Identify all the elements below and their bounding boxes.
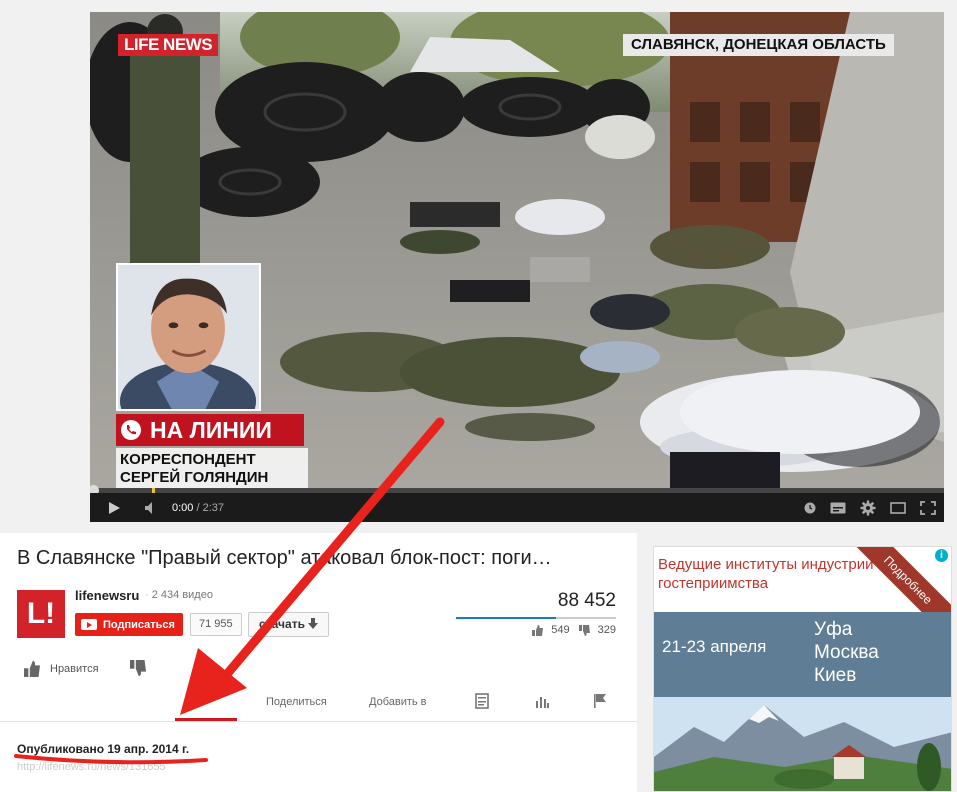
- phone-icon: [116, 414, 146, 446]
- statistics-icon[interactable]: [534, 693, 550, 714]
- advertisement[interactable]: Ведущие институты индустрии гостеприимст…: [653, 546, 952, 792]
- time-duration: 2:37: [202, 501, 225, 514]
- ad-city: Киев: [814, 665, 857, 686]
- video-info-panel: В Славянске "Правый сектор" атаковал бло…: [0, 533, 637, 792]
- likes-ratio-fill: [456, 617, 556, 619]
- location-caption: СЛАВЯНСК, ДОНЕЦКАЯ ОБЛАСТЬ: [623, 34, 894, 56]
- time-display: 0:00 / 2:37: [172, 501, 225, 514]
- ad-info-icon[interactable]: i: [935, 549, 948, 562]
- ad-city: Москва: [814, 642, 879, 663]
- download-button[interactable]: скачать: [248, 612, 330, 637]
- thumbs-down-icon: [130, 660, 146, 676]
- ad-city: Уфа: [814, 619, 853, 640]
- reporter-role: КОРРЕСПОНДЕНТ: [120, 451, 256, 468]
- likes-ratio-bar: [456, 617, 616, 619]
- action-tabs: Поделиться Добавить в: [0, 683, 637, 722]
- channel-name[interactable]: lifenewsru: [75, 588, 139, 603]
- like-count-group: 549: [532, 624, 570, 636]
- ad-cities: Уфа Москва Киев: [814, 618, 879, 687]
- channel-avatar[interactable]: L!: [17, 590, 65, 638]
- tab-share[interactable]: Поделиться: [266, 683, 327, 721]
- captions-icon[interactable]: [830, 493, 846, 522]
- on-line-label: НА ЛИНИИ: [150, 417, 272, 443]
- volume-icon[interactable]: [138, 493, 166, 522]
- time-current: 0:00: [172, 501, 194, 514]
- video-count: · 2 434 видео: [145, 589, 213, 601]
- like-dislike-counts: 549 329: [520, 624, 616, 639]
- tab-add-to[interactable]: Добавить в: [369, 683, 427, 721]
- video-title: В Славянске "Правый сектор" атаковал бло…: [17, 547, 552, 569]
- dislike-button[interactable]: [130, 660, 146, 681]
- description-link[interactable]: http://lifenews.ru/news/131655: [17, 761, 166, 773]
- transcript-icon[interactable]: [474, 693, 490, 714]
- flag-icon[interactable]: [592, 693, 608, 714]
- on-line-banner: НА ЛИНИИ: [116, 414, 304, 446]
- reporter-name: СЕРГЕЙ ГОЛЯНДИН: [120, 469, 269, 486]
- reporter-photo: [116, 263, 261, 411]
- dislike-count-group: 329: [578, 624, 616, 636]
- thumbs-up-icon: [532, 624, 544, 636]
- youtube-icon: [81, 619, 97, 630]
- ad-landscape-image: [654, 697, 951, 791]
- view-count: 88 452: [557, 590, 616, 611]
- settings-icon[interactable]: [860, 493, 876, 522]
- channel-logo-overlay: LIFE NEWS: [118, 34, 219, 56]
- subscriber-count: 71 955: [190, 613, 242, 636]
- thumbs-down-icon: [578, 624, 590, 636]
- ad-dates: 21-23 апреля: [662, 637, 767, 656]
- download-arrow-icon: [308, 618, 319, 629]
- published-date: Опубликовано 19 апр. 2014 г.: [17, 742, 190, 756]
- reporter-caption: КОРРЕСПОНДЕНТ СЕРГЕЙ ГОЛЯНДИН: [116, 448, 308, 490]
- video-player[interactable]: LIFE NEWS СЛАВЯНСК, ДОНЕЦКАЯ ОБЛАСТЬ НА …: [90, 12, 944, 522]
- fullscreen-icon[interactable]: [920, 493, 936, 522]
- watch-later-icon[interactable]: [804, 493, 816, 522]
- subscribe-button[interactable]: Подписаться: [75, 613, 183, 636]
- like-label: Нравится: [50, 663, 99, 675]
- like-button[interactable]: Нравится: [24, 661, 99, 677]
- thumbs-up-icon: [24, 661, 40, 677]
- player-controls: 0:00 / 2:37: [90, 493, 944, 522]
- ad-panel: 21-23 апреля Уфа Москва Киев: [654, 612, 951, 702]
- theater-mode-icon[interactable]: [890, 493, 906, 522]
- ad-headline[interactable]: Ведущие институты индустрии гостеприимст…: [658, 555, 898, 593]
- download-label: скачать: [259, 617, 305, 631]
- play-icon[interactable]: [90, 493, 138, 522]
- subscribe-label: Подписаться: [103, 618, 175, 631]
- tab-about-active-indicator: [175, 718, 237, 721]
